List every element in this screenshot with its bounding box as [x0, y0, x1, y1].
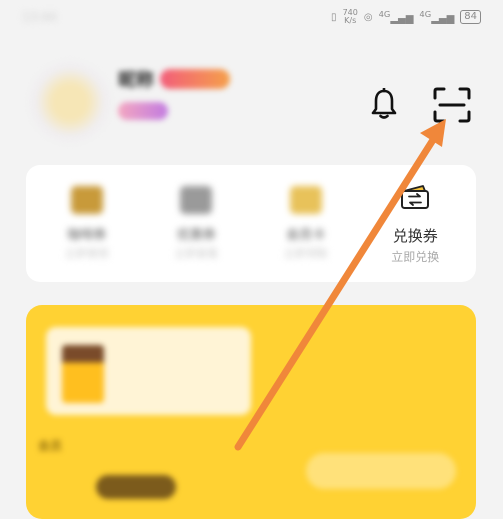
member-card-icon	[289, 186, 322, 214]
coffee-coupon-icon	[70, 186, 103, 214]
scan-icon[interactable]	[432, 86, 472, 124]
promo-banner[interactable]: 会员	[26, 305, 476, 519]
user-name: 昵称	[118, 70, 154, 91]
coffee-cup-icon	[62, 345, 104, 403]
hotspot-icon: ◎	[363, 11, 373, 23]
vibrate-icon: ▯	[331, 11, 337, 23]
bell-icon[interactable]	[370, 88, 398, 120]
signal-icon-2: 4G▂▄▆	[419, 9, 455, 25]
quick-menu-item-coupon[interactable]: 优惠券 立即查看	[146, 186, 246, 261]
battery-icon: 84	[460, 10, 481, 24]
promo-caption: 会员	[38, 439, 63, 453]
promo-tag	[96, 475, 176, 499]
status-bar: 13:44 ▯ 740 K/s ◎ 4G▂▄▆ 4G▂▄▆ 84	[0, 0, 503, 34]
quick-menu-item-member[interactable]: 会员卡 立即领取	[256, 186, 356, 261]
quick-menu: 咖啡券 立即使用 优惠券 立即查看 会员卡 立即领取 兑换券 立即兑换	[26, 165, 476, 282]
net-speed: 740 K/s	[342, 8, 358, 25]
profile-info[interactable]: 昵称	[118, 66, 230, 120]
quick-menu-item-exchange[interactable]: 兑换券 立即兑换	[365, 183, 465, 265]
signal-icon-1: 4G▂▄▆	[378, 9, 414, 25]
exchange-ticket-icon	[401, 184, 430, 209]
status-time: 13:44	[22, 10, 57, 24]
avatar[interactable]	[30, 62, 110, 142]
vip-badge	[160, 69, 230, 89]
level-badge	[118, 102, 168, 120]
status-icons: ▯ 740 K/s ◎ 4G▂▄▆ 4G▂▄▆ 84	[331, 9, 481, 25]
coupon-icon	[180, 186, 213, 214]
profile-header: 昵称	[0, 52, 503, 152]
quick-menu-item-coffee[interactable]: 咖啡券 立即使用	[37, 186, 137, 261]
promo-action-button[interactable]	[306, 453, 456, 489]
